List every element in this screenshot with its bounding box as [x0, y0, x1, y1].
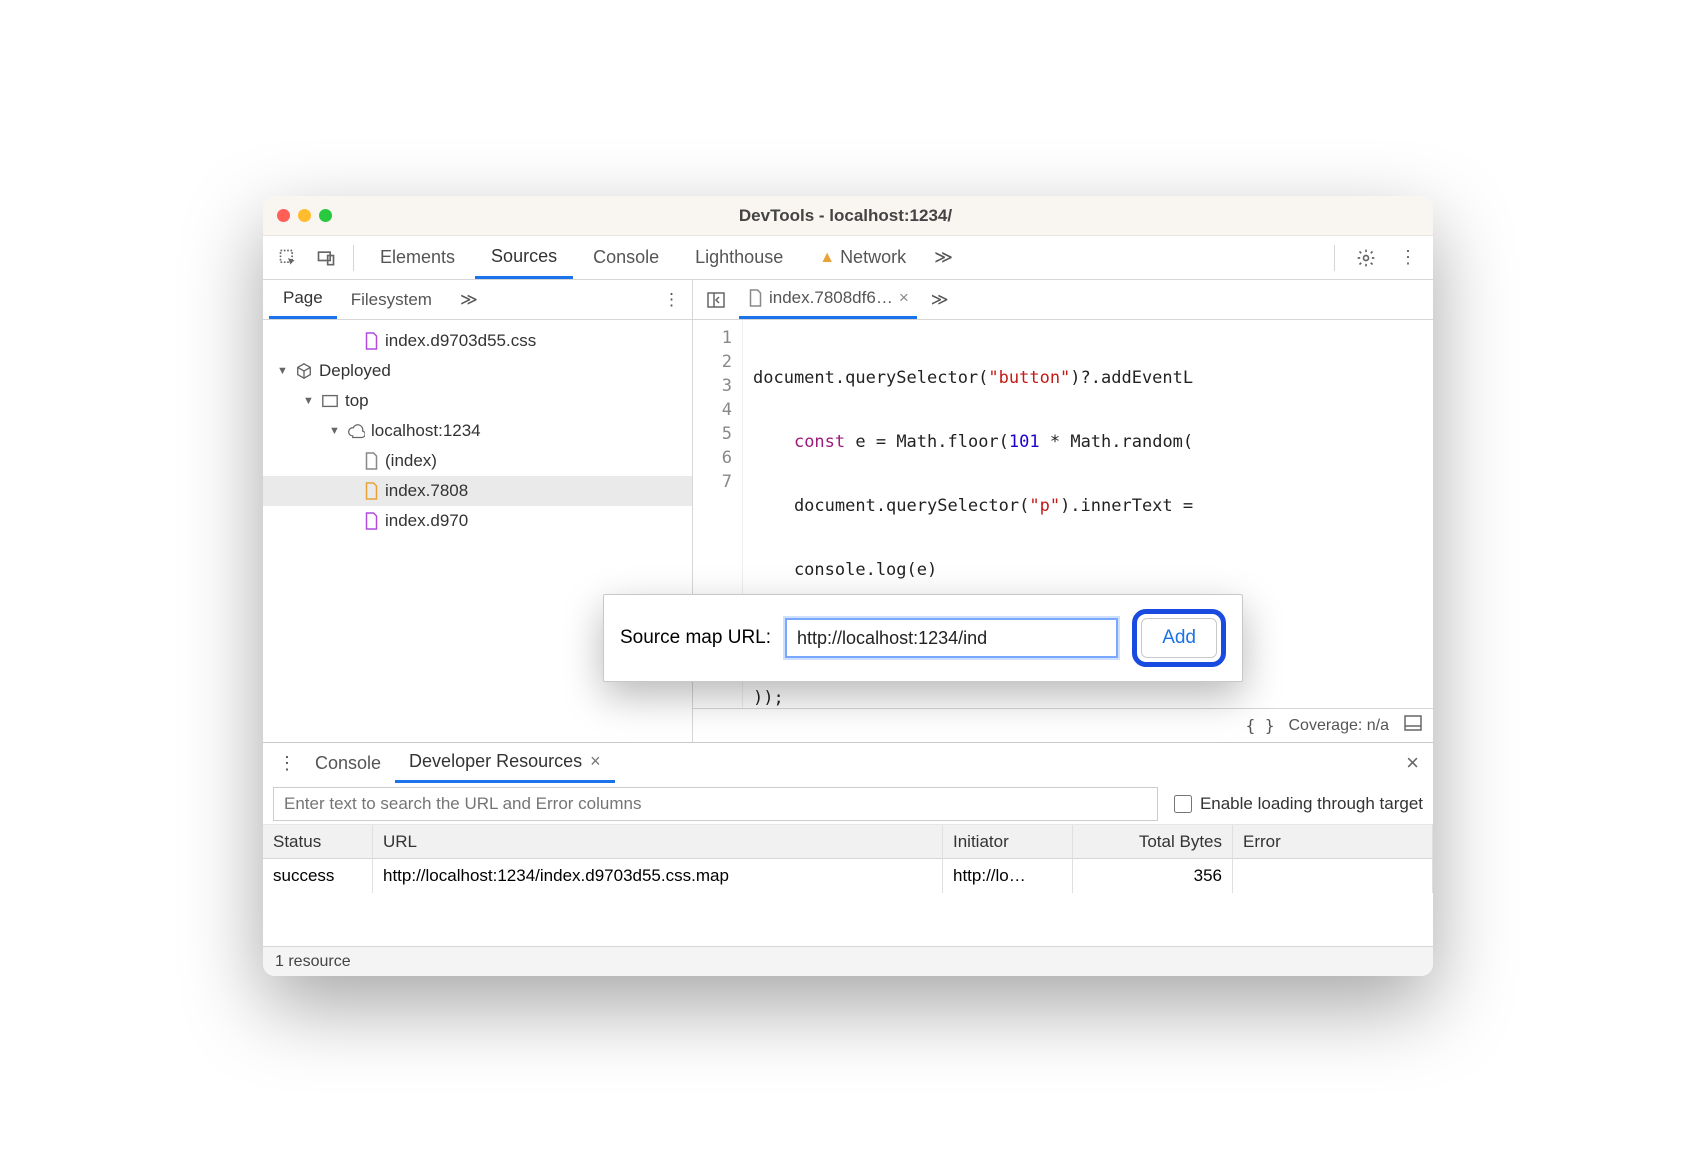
file-js-icon	[363, 482, 379, 500]
tree-item-css2[interactable]: index.d970	[263, 506, 692, 536]
enable-loading-checkbox-input[interactable]	[1174, 795, 1192, 813]
editor-tab-label: index.7808df6…	[769, 288, 893, 308]
settings-gear-icon[interactable]	[1349, 241, 1383, 275]
window-title: DevTools - localhost:1234/	[332, 206, 1359, 226]
navigator-kebab-icon[interactable]: ⋮	[651, 290, 692, 310]
drawer-tab-console[interactable]: Console	[301, 743, 395, 783]
navigator-more-chevron-icon[interactable]: ≫	[446, 280, 492, 319]
drawer-tab-label: Developer Resources	[409, 751, 582, 772]
sourcemap-url-input[interactable]	[785, 618, 1118, 658]
close-window-button[interactable]	[277, 209, 290, 222]
file-css-icon	[363, 512, 379, 530]
editor-statusbar: { } Coverage: n/a	[693, 708, 1433, 742]
warning-icon: ▲	[819, 249, 835, 267]
cloud-icon	[347, 422, 365, 440]
tree-label: localhost:1234	[371, 421, 481, 441]
tree-item-js[interactable]: index.7808	[263, 476, 692, 506]
tab-network[interactable]: ▲ Network	[803, 236, 922, 279]
more-tabs-chevron-icon[interactable]: ≫	[926, 247, 961, 268]
table-row[interactable]: success http://localhost:1234/index.d970…	[263, 859, 1433, 893]
drawer-panel: ⋮ Console Developer Resources × × Enable…	[263, 742, 1433, 976]
tree-label: index.d9703d55.css	[385, 331, 536, 351]
col-total-bytes[interactable]: Total Bytes	[1073, 825, 1233, 858]
table-header: Status URL Initiator Total Bytes Error	[263, 825, 1433, 859]
file-css-icon	[363, 332, 379, 350]
tree-label: index.d970	[385, 511, 468, 531]
sourcemap-url-label: Source map URL:	[620, 627, 771, 649]
drawer-tabbar: ⋮ Console Developer Resources × ×	[263, 743, 1433, 783]
zoom-window-button[interactable]	[319, 209, 332, 222]
tab-console[interactable]: Console	[577, 236, 675, 279]
col-initiator[interactable]: Initiator	[943, 825, 1073, 858]
add-button-highlight: Add	[1132, 609, 1226, 667]
cube-icon	[295, 362, 313, 380]
cell-bytes: 356	[1073, 859, 1233, 893]
inspect-element-icon[interactable]	[271, 241, 305, 275]
add-sourcemap-dialog: Source map URL: Add	[603, 594, 1243, 682]
coverage-status: Coverage: n/a	[1288, 717, 1389, 735]
editor-tab-open[interactable]: index.7808df6… ×	[739, 280, 917, 319]
cell-url: http://localhost:1234/index.d9703d55.css…	[373, 859, 943, 893]
drawer-footer: 1 resource	[263, 946, 1433, 976]
navigator-tab-filesystem[interactable]: Filesystem	[337, 280, 446, 319]
col-status[interactable]: Status	[263, 825, 373, 858]
tab-network-label: Network	[840, 247, 906, 268]
close-tab-icon[interactable]: ×	[590, 751, 601, 772]
navigator-tabs: Page Filesystem ≫ ⋮	[263, 280, 692, 320]
titlebar: DevTools - localhost:1234/	[263, 196, 1433, 236]
device-toolbar-icon[interactable]	[309, 241, 343, 275]
cell-error	[1233, 859, 1433, 893]
toggle-drawer-icon[interactable]	[1403, 714, 1423, 737]
editor-tabbar: index.7808df6… × ≫	[693, 280, 1433, 320]
file-js-icon	[747, 289, 763, 307]
tree-item-css[interactable]: index.d9703d55.css	[263, 326, 692, 356]
tree-item-deployed[interactable]: ▼ Deployed	[263, 356, 692, 386]
tree-label: (index)	[385, 451, 437, 471]
developer-resources-table: Status URL Initiator Total Bytes Error s…	[263, 825, 1433, 946]
tree-item-host[interactable]: ▼ localhost:1234	[263, 416, 692, 446]
tree-label: index.7808	[385, 481, 468, 501]
drawer-search-row: Enable loading through target	[263, 783, 1433, 825]
triangle-down-icon: ▼	[277, 365, 289, 377]
col-url[interactable]: URL	[373, 825, 943, 858]
enable-loading-label: Enable loading through target	[1200, 794, 1423, 814]
add-button[interactable]: Add	[1141, 618, 1217, 658]
devtools-window: DevTools - localhost:1234/ Elements Sour…	[263, 196, 1433, 976]
close-drawer-icon[interactable]: ×	[1392, 750, 1433, 776]
pretty-print-icon[interactable]: { }	[1246, 716, 1275, 735]
tree-label: top	[345, 391, 369, 411]
tab-sources[interactable]: Sources	[475, 236, 573, 279]
main-toolbar: Elements Sources Console Lighthouse ▲ Net…	[263, 236, 1433, 280]
tree-item-top[interactable]: ▼ top	[263, 386, 692, 416]
toggle-navigator-icon[interactable]	[701, 290, 731, 310]
enable-loading-checkbox[interactable]: Enable loading through target	[1174, 794, 1423, 814]
window-controls	[277, 209, 332, 222]
triangle-down-icon: ▼	[303, 395, 315, 407]
drawer-kebab-icon[interactable]: ⋮	[273, 753, 301, 774]
col-error[interactable]: Error	[1233, 825, 1433, 858]
frame-icon	[321, 392, 339, 410]
file-icon	[363, 452, 379, 470]
tab-lighthouse[interactable]: Lighthouse	[679, 236, 799, 279]
triangle-down-icon: ▼	[329, 425, 341, 437]
minimize-window-button[interactable]	[298, 209, 311, 222]
tree-label: Deployed	[319, 361, 391, 381]
close-tab-icon[interactable]: ×	[899, 288, 909, 308]
navigator-tab-page[interactable]: Page	[269, 280, 337, 319]
cell-status: success	[263, 859, 373, 893]
tree-item-index[interactable]: (index)	[263, 446, 692, 476]
tab-elements[interactable]: Elements	[364, 236, 471, 279]
drawer-search-input[interactable]	[273, 787, 1158, 821]
kebab-menu-icon[interactable]: ⋮	[1391, 241, 1425, 275]
editor-more-chevron-icon[interactable]: ≫	[925, 290, 955, 310]
cell-initiator: http://lo…	[943, 859, 1073, 893]
drawer-tab-developer-resources[interactable]: Developer Resources ×	[395, 743, 615, 783]
